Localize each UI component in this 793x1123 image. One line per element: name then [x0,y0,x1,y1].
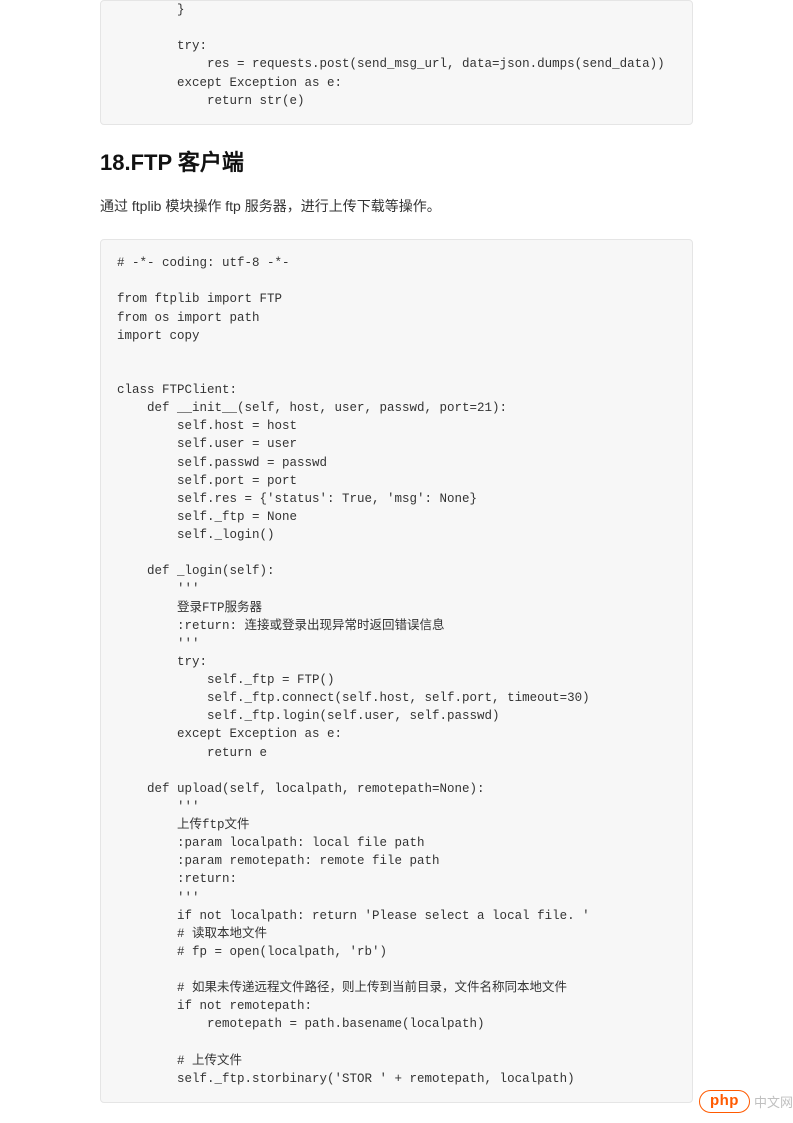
code-block-2: # -*- coding: utf-8 -*- from ftplib impo… [100,239,693,1103]
php-badge: php [699,1090,750,1114]
code-block-1: } try: res = requests.post(send_msg_url,… [100,0,693,125]
footer-site-text: 中文网 [754,1092,793,1111]
footer-logo: php 中文网 [699,1090,793,1114]
section-heading: 18.FTP 客户端 [100,145,693,177]
section-description: 通过 ftplib 模块操作 ftp 服务器，进行上传下载等操作。 [100,195,693,217]
